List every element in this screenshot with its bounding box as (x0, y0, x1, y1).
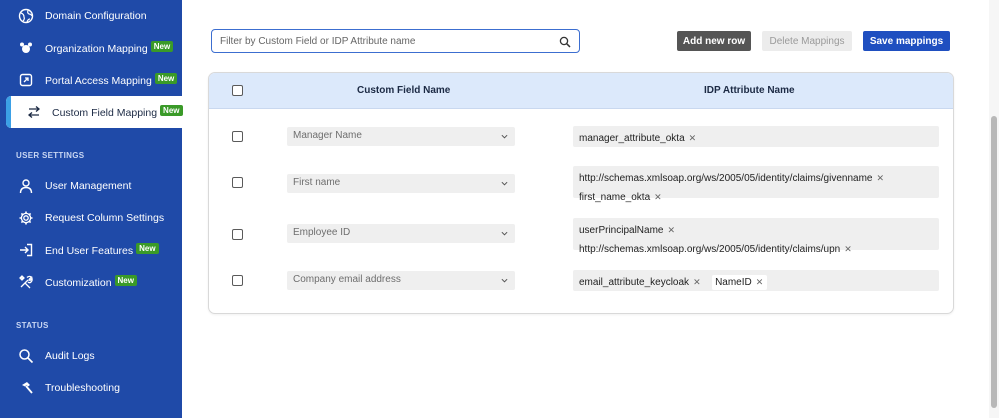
sidebar-item-custom-field-mapping[interactable]: Custom Field Mapping New (6, 96, 183, 128)
custom-field-select[interactable]: First name (287, 174, 515, 193)
table-row: Company email address email_attribute_ke… (209, 270, 953, 292)
sidebar-item-request-column-settings[interactable]: Request Column Settings (0, 202, 182, 234)
new-badge: New (154, 73, 178, 84)
mapping-table: Custom Field Name IDP Attribute Name Man… (208, 72, 954, 314)
sidebar-item-label: Audit Logs (45, 350, 95, 362)
idp-attribute-tags[interactable]: userPrincipalName ✕ http://schemas.xmlsoa… (573, 218, 939, 255)
delete-mappings-button[interactable]: Delete Mappings (762, 31, 852, 51)
row-checkbox[interactable] (232, 229, 243, 240)
sidebar-item-audit-logs[interactable]: Audit Logs (0, 340, 182, 372)
sidebar-item-organization-mapping[interactable]: Organization Mapping New (0, 32, 182, 64)
table-header: Custom Field Name IDP Attribute Name (209, 73, 953, 109)
custom-field-value: Manager Name (293, 130, 362, 141)
new-badge: New (136, 243, 159, 254)
section-title-user-settings: USER SETTINGS (16, 151, 85, 160)
attribute-tag: email_attribute_keycloak ✕ (579, 277, 701, 288)
login-icon (20, 243, 33, 257)
page-scrollbar[interactable] (989, 0, 999, 418)
chevron-down-icon (501, 278, 508, 283)
table-row: First name http://schemas.xmlsoap.org/ws… (209, 166, 953, 203)
remove-tag-icon[interactable]: ✕ (756, 277, 764, 287)
new-badge: New (150, 41, 174, 52)
new-badge: New (160, 105, 183, 116)
sidebar-item-label: Organization Mapping (45, 43, 148, 55)
chevron-down-icon (501, 231, 508, 236)
search-icon[interactable] (559, 36, 571, 48)
remove-tag-icon[interactable]: ✕ (667, 225, 675, 235)
sidebar-item-label: Troubleshooting (45, 382, 120, 394)
add-new-row-button[interactable]: Add new row (677, 31, 751, 51)
section-title-status: STATUS (16, 321, 49, 330)
remove-tag-icon[interactable]: ✕ (693, 277, 701, 287)
custom-field-value: First name (293, 177, 341, 188)
sidebar-item-label: Request Column Settings (45, 212, 165, 224)
select-all-checkbox[interactable] (232, 85, 243, 96)
sidebar: Domain Configuration Organization Mappin… (0, 0, 183, 418)
globe-icon (18, 8, 34, 24)
sidebar-item-label: Domain Configuration (45, 10, 147, 22)
custom-field-select[interactable]: Employee ID (287, 224, 515, 243)
table-row: Employee ID userPrincipalName ✕ http://sc… (209, 218, 953, 255)
sidebar-item-label: Custom Field Mapping (52, 107, 158, 119)
gear-icon (19, 211, 33, 225)
search-icon (19, 349, 34, 364)
attribute-tag: manager_attribute_okta ✕ (579, 133, 697, 144)
chevron-down-icon (501, 134, 508, 139)
sidebar-item-troubleshooting[interactable]: Troubleshooting (0, 372, 182, 404)
sidebar-item-label: Customization (45, 277, 112, 289)
custom-field-value: Employee ID (293, 227, 351, 238)
table-row: Manager Name manager_attribute_okta ✕ (209, 126, 953, 148)
remove-tag-icon[interactable]: ✕ (689, 133, 697, 143)
custom-field-select[interactable]: Company email address (287, 271, 515, 290)
portal-icon (19, 73, 33, 87)
custom-field-value: Company email address (293, 274, 401, 285)
sidebar-item-customization[interactable]: Customization New (0, 266, 182, 298)
row-checkbox[interactable] (232, 131, 243, 142)
sidebar-item-label: End User Features (45, 245, 134, 257)
idp-attribute-tags[interactable]: email_attribute_keycloak ✕ NameID ✕ (573, 270, 939, 291)
column-header-custom-field: Custom Field Name (357, 85, 451, 96)
remove-tag-icon[interactable]: ✕ (844, 244, 852, 254)
scrollbar-thumb[interactable] (991, 116, 997, 408)
user-icon (19, 179, 33, 194)
sidebar-item-domain-configuration[interactable]: Domain Configuration (0, 0, 182, 32)
idp-attribute-tags[interactable]: manager_attribute_okta ✕ (573, 126, 939, 147)
sidebar-item-user-management[interactable]: User Management (0, 170, 182, 202)
sidebar-item-end-user-features[interactable]: End User Features New (0, 234, 182, 266)
column-header-idp-attribute: IDP Attribute Name (704, 85, 795, 96)
search-input[interactable] (220, 33, 550, 49)
app-root: Domain Configuration Organization Mappin… (0, 0, 999, 418)
sidebar-item-label: User Management (45, 180, 132, 192)
custom-field-select[interactable]: Manager Name (287, 127, 515, 146)
remove-tag-icon[interactable]: ✕ (654, 192, 662, 202)
sidebar-item-portal-access-mapping[interactable]: Portal Access Mapping New (0, 64, 182, 96)
chevron-down-icon (501, 181, 508, 186)
attribute-tag: first_name_okta ✕ (579, 192, 662, 203)
search-box (211, 29, 580, 53)
attribute-tag: NameID ✕ (712, 275, 768, 290)
row-checkbox[interactable] (232, 177, 243, 188)
attribute-tag: http://schemas.xmlsoap.org/ws/2005/05/id… (579, 244, 852, 255)
remove-tag-icon[interactable]: ✕ (876, 173, 884, 183)
swap-arrows-icon (27, 106, 41, 118)
idp-attribute-tags[interactable]: http://schemas.xmlsoap.org/ws/2005/05/id… (573, 166, 939, 203)
tools-icon (19, 275, 33, 289)
attribute-tag: userPrincipalName ✕ (579, 225, 676, 236)
organization-icon (20, 42, 32, 53)
hammer-icon (22, 382, 33, 394)
new-badge: New (114, 275, 137, 286)
sidebar-item-label: Portal Access Mapping (45, 75, 152, 87)
save-mappings-button[interactable]: Save mappings (863, 31, 950, 51)
row-checkbox[interactable] (232, 275, 243, 286)
attribute-tag: http://schemas.xmlsoap.org/ws/2005/05/id… (579, 173, 885, 184)
